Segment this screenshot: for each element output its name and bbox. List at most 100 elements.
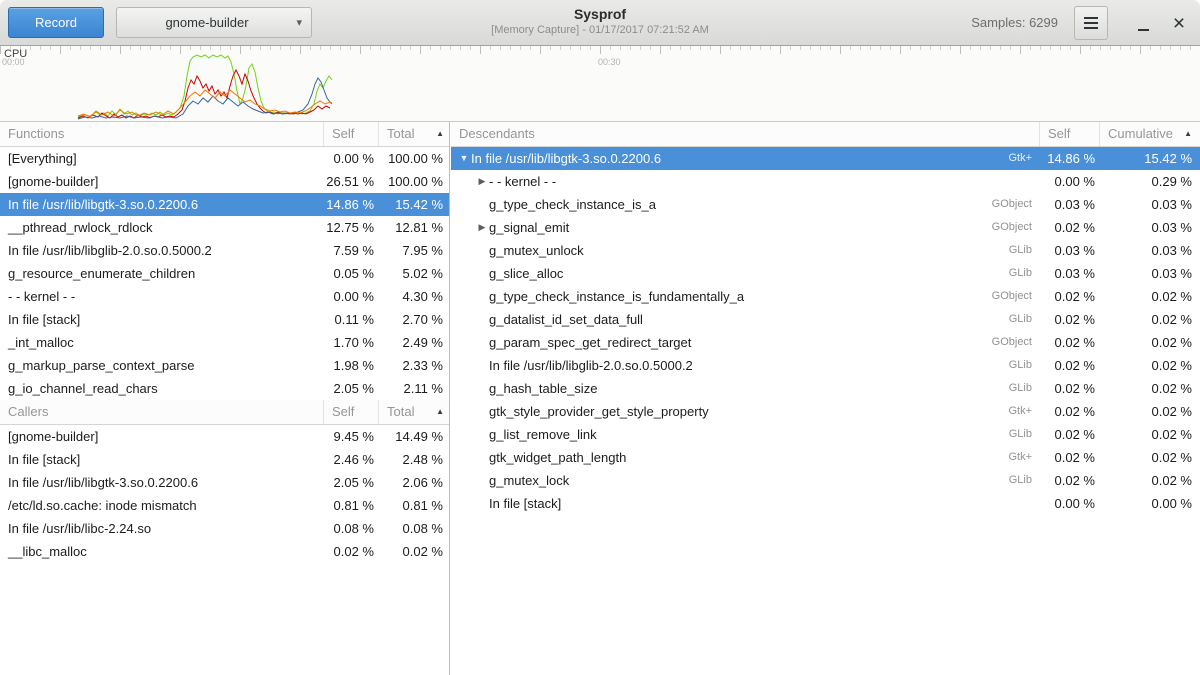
self-value-cell: 0.02 %: [1040, 423, 1100, 446]
tree-row[interactable]: ▶g_signal_emitGObject0.02 %0.03 %: [451, 216, 1200, 239]
total-value-cell: 15.42 %: [379, 193, 449, 216]
expander-icon[interactable]: ▶: [475, 170, 489, 193]
tree-row[interactable]: g_hash_table_sizeGLib0.02 %0.02 %: [451, 377, 1200, 400]
right-panel: Descendants Self Cumulative ▲ ▼In file /…: [451, 122, 1200, 675]
category-tag: GLib: [1009, 354, 1040, 377]
callers-self-column-header[interactable]: Self: [324, 400, 379, 424]
cumulative-value-cell: 15.42 %: [1100, 147, 1200, 170]
function-name-cell: g_io_channel_read_chars: [0, 377, 324, 400]
sort-arrow-icon: ▲: [436, 122, 444, 146]
cumulative-value-cell: 0.02 %: [1100, 308, 1200, 331]
chevron-down-icon: ▾: [296, 16, 302, 29]
self-value-cell: 0.03 %: [1040, 193, 1100, 216]
descendants-column-header[interactable]: Descendants: [451, 122, 1040, 146]
table-row[interactable]: In file /usr/lib/libc-2.24.so0.08 %0.08 …: [0, 517, 449, 540]
tree-row[interactable]: g_mutex_lockGLib0.02 %0.02 %: [451, 469, 1200, 492]
self-value-cell: 0.02 %: [1040, 216, 1100, 239]
tree-row[interactable]: g_datalist_id_set_data_fullGLib0.02 %0.0…: [451, 308, 1200, 331]
tree-row[interactable]: g_type_check_instance_is_fundamentally_a…: [451, 285, 1200, 308]
window-title: Sysprof: [300, 6, 900, 23]
expander-icon[interactable]: ▶: [475, 216, 489, 239]
tree-row[interactable]: g_param_spec_get_redirect_targetGObject0…: [451, 331, 1200, 354]
descendants-self-column-header[interactable]: Self: [1040, 122, 1100, 146]
self-value-cell: 14.86 %: [1040, 147, 1100, 170]
descendant-name-cell: gtk_style_provider_get_style_property: [489, 400, 709, 423]
descendants-cumulative-column-header[interactable]: Cumulative ▲: [1100, 122, 1200, 146]
expander-icon[interactable]: ▼: [457, 147, 471, 170]
tree-row[interactable]: In file [stack]0.00 %0.00 %: [451, 492, 1200, 515]
window-subtitle: [Memory Capture] - 01/17/2017 07:21:52 A…: [300, 23, 900, 38]
self-value-cell: 0.00 %: [1040, 492, 1100, 515]
table-row[interactable]: [gnome-builder]26.51 %100.00 %: [0, 170, 449, 193]
tree-row[interactable]: g_slice_allocGLib0.03 %0.03 %: [451, 262, 1200, 285]
table-row[interactable]: In file [stack]2.46 %2.48 %: [0, 448, 449, 471]
table-row[interactable]: g_resource_enumerate_children0.05 %5.02 …: [0, 262, 449, 285]
table-row[interactable]: In file /usr/lib/libgtk-3.so.0.2200.6 2.0…: [0, 471, 449, 494]
tree-row[interactable]: g_mutex_unlockGLib0.03 %0.03 %: [451, 239, 1200, 262]
total-value-cell: 100.00 %: [379, 170, 449, 193]
total-value-cell: 0.02 %: [379, 540, 449, 563]
functions-column-header[interactable]: Functions: [0, 122, 324, 146]
cumulative-value-cell: 0.02 %: [1100, 285, 1200, 308]
category-tag: Gtk+: [1008, 147, 1040, 170]
self-value-cell: 0.02 %: [1040, 331, 1100, 354]
descendant-name-column: gtk_widget_path_lengthGtk+: [451, 446, 1040, 469]
self-value-cell: 0.08 %: [324, 517, 379, 540]
close-button[interactable]: ×: [1162, 6, 1196, 40]
cumulative-value-cell: 0.00 %: [1100, 492, 1200, 515]
tree-row[interactable]: gtk_style_provider_get_style_propertyGtk…: [451, 400, 1200, 423]
descendant-name-cell: In file /usr/lib/libgtk-3.so.0.2200.6: [471, 147, 661, 170]
tree-row[interactable]: ▶- - kernel - -0.00 %0.29 %: [451, 170, 1200, 193]
self-value-cell: 0.02 %: [324, 540, 379, 563]
tree-row[interactable]: ▼In file /usr/lib/libgtk-3.so.0.2200.6 Gt…: [451, 147, 1200, 170]
function-name-cell: In file [stack]: [0, 448, 324, 471]
total-value-cell: 2.70 %: [379, 308, 449, 331]
table-row[interactable]: [Everything]0.00 %100.00 %: [0, 147, 449, 170]
descendants-table-body: ▼In file /usr/lib/libgtk-3.so.0.2200.6 Gt…: [451, 147, 1200, 515]
tree-row[interactable]: gtk_widget_path_lengthGtk+0.02 %0.02 %: [451, 446, 1200, 469]
self-value-cell: 0.02 %: [1040, 377, 1100, 400]
table-row[interactable]: /etc/ld.so.cache: inode mismatch0.81 %0.…: [0, 494, 449, 517]
descendant-name-column: g_list_remove_linkGLib: [451, 423, 1040, 446]
category-tag: GLib: [1009, 308, 1040, 331]
functions-total-label: Total: [387, 122, 414, 146]
tree-row[interactable]: In file /usr/lib/libglib-2.0.so.0.5000.2…: [451, 354, 1200, 377]
table-row[interactable]: In file /usr/lib/libglib-2.0.so.0.5000.2…: [0, 239, 449, 262]
table-row[interactable]: __libc_malloc0.02 %0.02 %: [0, 540, 449, 563]
functions-total-column-header[interactable]: Total ▲: [379, 122, 449, 146]
process-selector-dropdown[interactable]: gnome-builder ▾: [116, 7, 312, 38]
descendant-name-column: g_slice_allocGLib: [451, 262, 1040, 285]
menu-button[interactable]: [1074, 6, 1108, 40]
table-row[interactable]: g_markup_parse_context_parse1.98 %2.33 %: [0, 354, 449, 377]
time-label: 00:30: [598, 57, 621, 67]
table-row[interactable]: - - kernel - -0.00 %4.30 %: [0, 285, 449, 308]
tree-row[interactable]: g_type_check_instance_is_aGObject0.03 %0…: [451, 193, 1200, 216]
sort-arrow-icon: ▲: [436, 400, 444, 424]
minimize-button[interactable]: [1126, 6, 1160, 40]
table-row[interactable]: [gnome-builder]9.45 %14.49 %: [0, 425, 449, 448]
record-button[interactable]: Record: [8, 7, 104, 38]
functions-self-column-header[interactable]: Self: [324, 122, 379, 146]
function-name-cell: - - kernel - -: [0, 285, 324, 308]
total-value-cell: 4.30 %: [379, 285, 449, 308]
cpu-graph-area[interactable]: CPU 00:0000:30: [0, 46, 1200, 122]
self-value-cell: 0.00 %: [324, 147, 379, 170]
total-value-cell: 2.06 %: [379, 471, 449, 494]
descendant-name-cell: g_hash_table_size: [489, 377, 597, 400]
tree-row[interactable]: g_list_remove_linkGLib0.02 %0.02 %: [451, 423, 1200, 446]
callers-total-column-header[interactable]: Total ▲: [379, 400, 449, 424]
total-value-cell: 2.33 %: [379, 354, 449, 377]
table-row[interactable]: In file [stack]0.11 %2.70 %: [0, 308, 449, 331]
function-name-cell: In file /usr/lib/libgtk-3.so.0.2200.6: [0, 471, 324, 494]
window-title-box: Sysprof [Memory Capture] - 01/17/2017 07…: [300, 6, 900, 38]
callers-column-header[interactable]: Callers: [0, 400, 324, 424]
descendant-name-column: gtk_style_provider_get_style_propertyGtk…: [451, 400, 1040, 423]
descendant-name-cell: g_mutex_unlock: [489, 239, 584, 262]
self-value-cell: 0.11 %: [324, 308, 379, 331]
table-row[interactable]: In file /usr/lib/libgtk-3.so.0.2200.614.…: [0, 193, 449, 216]
cumulative-value-cell: 0.02 %: [1100, 423, 1200, 446]
self-value-cell: 0.03 %: [1040, 239, 1100, 262]
table-row[interactable]: g_io_channel_read_chars2.05 %2.11 %: [0, 377, 449, 400]
table-row[interactable]: _int_malloc1.70 %2.49 %: [0, 331, 449, 354]
table-row[interactable]: __pthread_rwlock_rdlock12.75 %12.81 %: [0, 216, 449, 239]
